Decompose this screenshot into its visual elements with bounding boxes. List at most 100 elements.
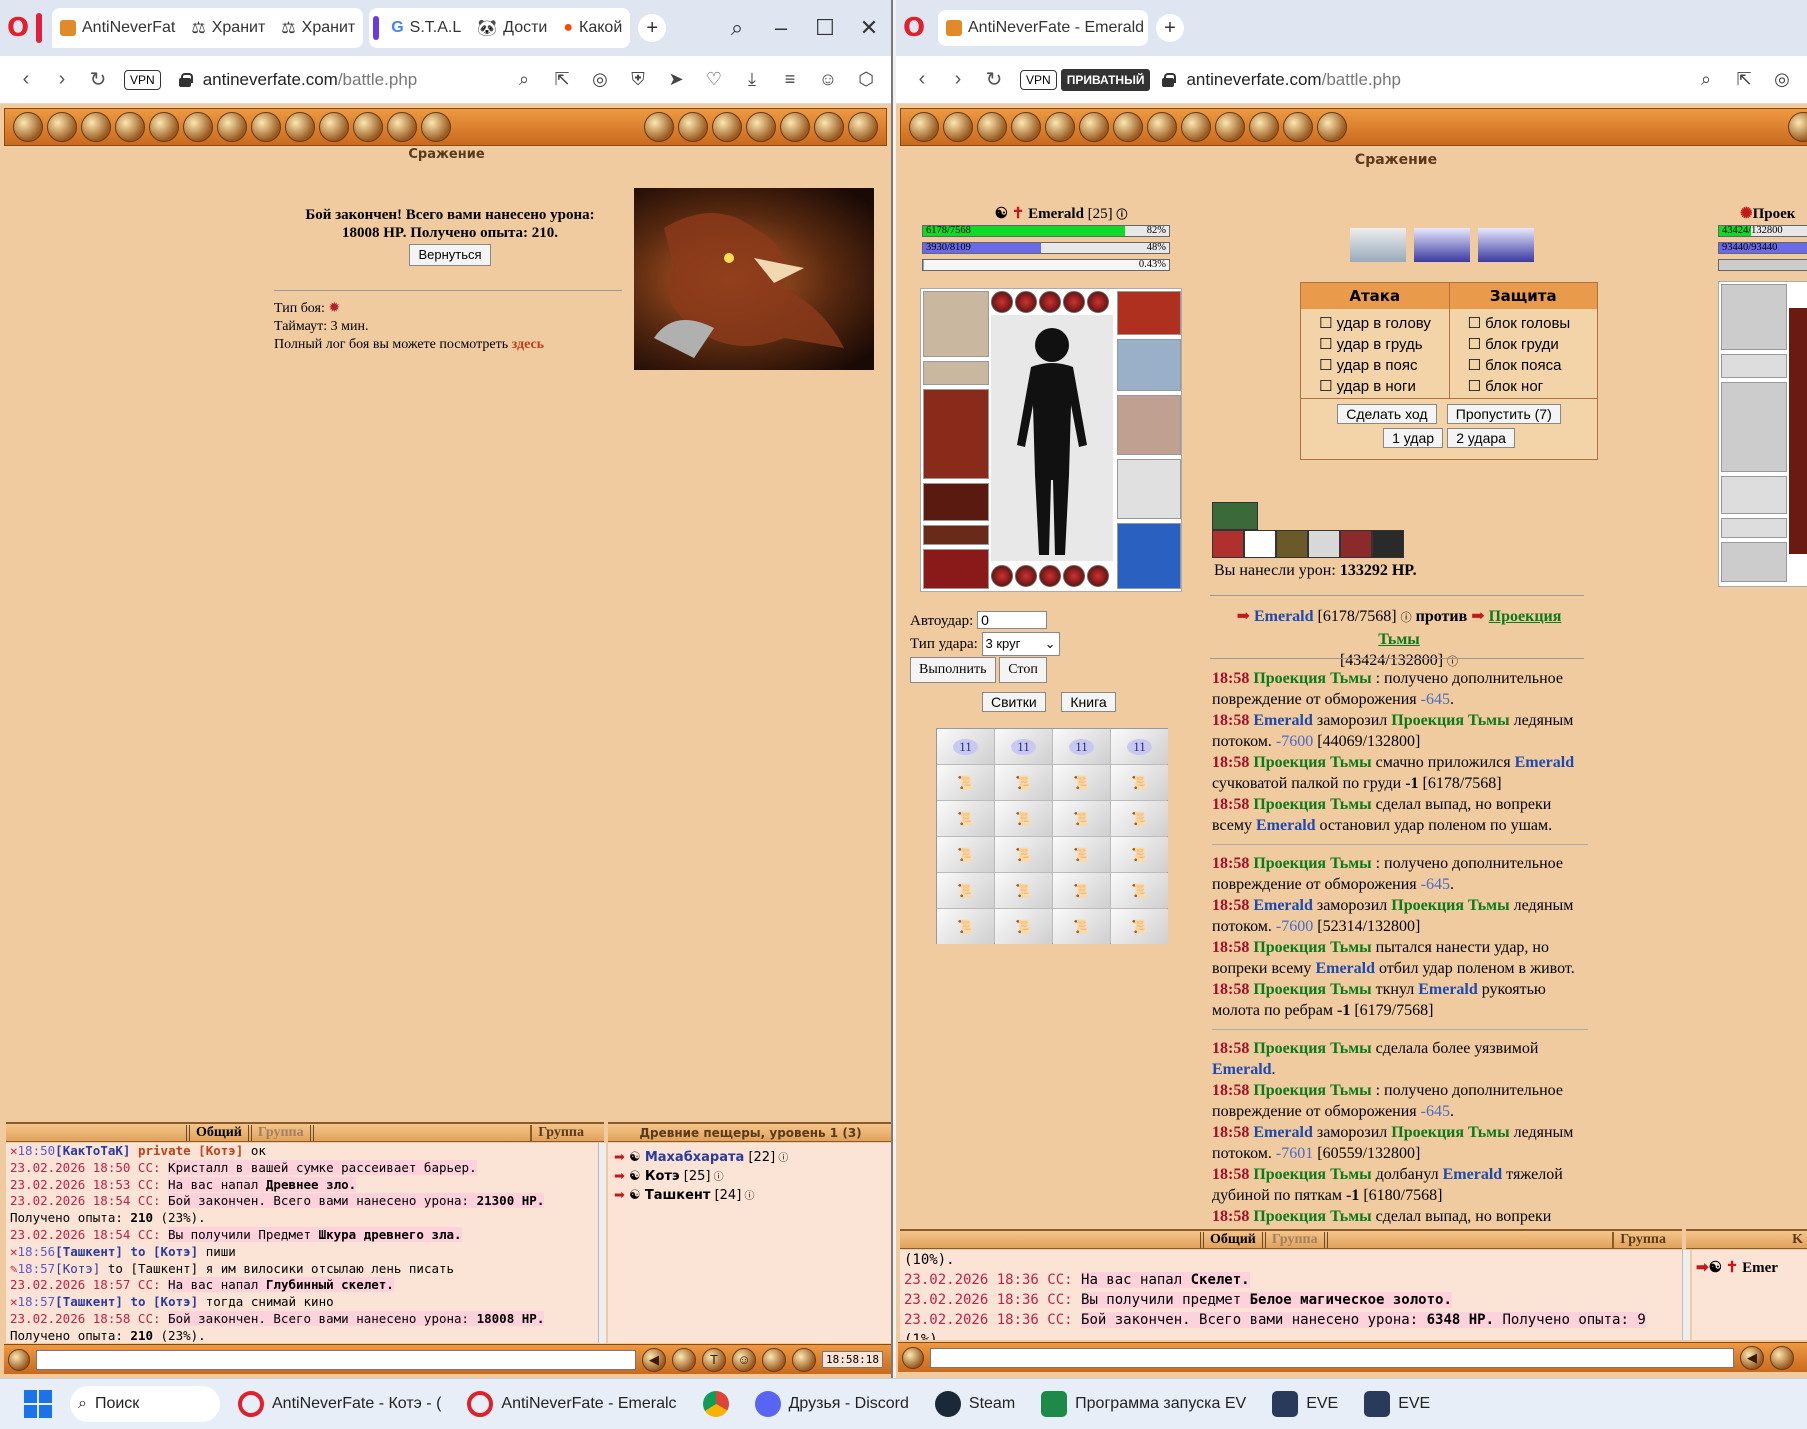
log-hero-name[interactable]: Emerald: [1443, 1166, 1503, 1183]
chest-icon[interactable]: [943, 112, 973, 142]
ring-slot[interactable]: [1039, 291, 1061, 313]
scroll-slot[interactable]: 📜: [995, 873, 1052, 908]
tab-storage-2[interactable]: ⚖ Хранит: [273, 8, 363, 48]
maximize-button[interactable]: ☐: [803, 15, 847, 41]
taskbar-eve-1[interactable]: EVE: [1264, 1391, 1346, 1417]
opera-menu-icon[interactable]: O: [896, 10, 932, 46]
log-enemy-name[interactable]: Проекция Тьмы: [1391, 712, 1509, 729]
scroll-slot[interactable]: 📜: [1111, 909, 1168, 944]
log-hero-name[interactable]: Emerald: [1256, 817, 1316, 834]
enemy-slot-armor[interactable]: [1721, 382, 1787, 472]
log-hero-name[interactable]: Emerald: [1315, 960, 1375, 977]
taskbar-eve-2[interactable]: EVE: [1356, 1391, 1438, 1417]
chat-recipient[interactable]: [Котэ]: [153, 1244, 198, 1259]
checkbox[interactable]: ☐: [1468, 378, 1486, 395]
user-icon[interactable]: [909, 112, 939, 142]
fortress-icon[interactable]: [387, 112, 417, 142]
log-hero-name[interactable]: Emerald: [1253, 897, 1313, 914]
info-icon[interactable]: ⓘ: [775, 1153, 788, 1164]
cube-icon[interactable]: ⬡: [851, 69, 881, 90]
profile-icon[interactable]: ☺: [813, 69, 843, 90]
log-hero-name[interactable]: Emerald: [1418, 981, 1478, 998]
frost-effect-icon[interactable]: [1414, 228, 1470, 262]
chat-input[interactable]: [930, 1347, 1734, 1368]
tab-storage-1[interactable]: ⚖ Хранит: [183, 8, 273, 48]
globe-icon[interactable]: [746, 112, 776, 142]
execute-button[interactable]: Выполнить: [910, 657, 996, 683]
tab-antineverfate[interactable]: AntiNeverFat: [52, 8, 184, 48]
swords-icon[interactable]: [319, 112, 349, 142]
chat-recipient[interactable]: [Котэ]: [153, 1294, 198, 1309]
feather-icon[interactable]: [814, 112, 844, 142]
tab-antineverfate-emerald[interactable]: AntiNeverFate - Emerald: [938, 10, 1148, 46]
extra-icon[interactable]: [1372, 530, 1404, 558]
log-enemy-name[interactable]: Проекция Тьмы: [1253, 1166, 1371, 1183]
slot-bracer[interactable]: [923, 525, 989, 545]
slot-gloves[interactable]: [1117, 291, 1181, 335]
enemy-slot-amulet[interactable]: [1721, 354, 1787, 378]
reload-icon[interactable]: ↻: [978, 67, 1010, 92]
slot-legs[interactable]: [1117, 523, 1181, 589]
scroll-slot[interactable]: 📜: [937, 801, 994, 836]
slot-staff[interactable]: [1117, 395, 1181, 455]
attack-option[interactable]: ☐ удар в ноги: [1319, 376, 1449, 397]
chat-scrollbar[interactable]: [598, 1143, 606, 1343]
log-hero-name[interactable]: Emerald: [1253, 1124, 1313, 1141]
close-icon[interactable]: ✕: [10, 1294, 18, 1309]
scroll-slot[interactable]: 11: [995, 729, 1052, 764]
speaker-icon[interactable]: [8, 1348, 30, 1371]
log-enemy-name[interactable]: Проекция Тьмы: [1253, 670, 1371, 687]
two-hits-button[interactable]: 2 удара: [1447, 428, 1515, 448]
url-field[interactable]: antineverfate.com/battle.php: [1186, 70, 1401, 90]
log-enemy-name[interactable]: Проекция Тьмы: [1253, 754, 1371, 771]
chat-recipient[interactable]: [Ташкент]: [130, 1261, 198, 1276]
home-icon[interactable]: [644, 112, 674, 142]
taskbar-discord[interactable]: Друзья - Discord: [747, 1391, 917, 1417]
scroll-slot[interactable]: 📜: [937, 837, 994, 872]
menu-icon[interactable]: ≡: [775, 69, 805, 90]
close-button[interactable]: ✕: [847, 15, 891, 41]
scroll-slot[interactable]: 📜: [995, 837, 1052, 872]
ring-slot[interactable]: [991, 291, 1013, 313]
slot-helmet[interactable]: [923, 291, 989, 357]
book-icon[interactable]: [1011, 112, 1041, 142]
log-hero-name[interactable]: Emerald: [1253, 712, 1313, 729]
book-button[interactable]: Книга: [1061, 692, 1116, 712]
ring-slot[interactable]: [991, 565, 1013, 587]
vpn-badge[interactable]: VPN: [1020, 69, 1057, 90]
chat-tab-group-alt[interactable]: Группа: [530, 1124, 584, 1141]
ring-slot[interactable]: [1063, 291, 1085, 313]
back-icon[interactable]: ‹: [906, 68, 938, 91]
hat-icon[interactable]: [1276, 530, 1308, 558]
help-icon[interactable]: [712, 112, 742, 142]
triskelion-icon[interactable]: [1147, 112, 1177, 142]
scroll-slot[interactable]: 📜: [1111, 873, 1168, 908]
taskbar-eve-launcher[interactable]: Программа запуска EV: [1033, 1391, 1254, 1417]
scroll-slot[interactable]: 📜: [1053, 765, 1110, 800]
scroll-effect-icon[interactable]: [1350, 228, 1406, 262]
attack-option[interactable]: ☐ удар в голову: [1319, 313, 1449, 334]
share-icon[interactable]: ⇱: [547, 69, 577, 90]
checkbox[interactable]: ☐: [1319, 378, 1337, 395]
block-option[interactable]: ☐ блок пояса: [1468, 355, 1598, 376]
tab-achievements[interactable]: 🐼 Дости: [469, 8, 555, 48]
log-hero-name[interactable]: Emerald: [1515, 754, 1575, 771]
checkbox[interactable]: ☐: [1468, 315, 1486, 332]
scroll-slot[interactable]: 11: [937, 729, 994, 764]
exchange-icon[interactable]: [678, 112, 708, 142]
ring-slot[interactable]: [1087, 565, 1109, 587]
chat-sender[interactable]: [Ташкент]: [55, 1294, 123, 1309]
back-button[interactable]: Вернуться: [409, 244, 491, 266]
chest-icon[interactable]: [47, 112, 77, 142]
heart-icon[interactable]: ♡: [699, 69, 729, 90]
send-icon[interactable]: ➤: [661, 69, 691, 90]
slot-shield[interactable]: [1117, 459, 1181, 519]
stop-button[interactable]: Стоп: [999, 657, 1047, 683]
url-field[interactable]: antineverfate.com/battle.php: [203, 70, 418, 90]
scroll-slot[interactable]: 📜: [995, 801, 1052, 836]
ring-slot[interactable]: [1063, 565, 1085, 587]
lens-icon[interactable]: ⌕: [509, 69, 539, 90]
chat-scrollbar[interactable]: [1682, 1250, 1690, 1340]
vs-hero-name[interactable]: Emerald: [1254, 608, 1314, 625]
dragon-icon[interactable]: [1079, 112, 1109, 142]
